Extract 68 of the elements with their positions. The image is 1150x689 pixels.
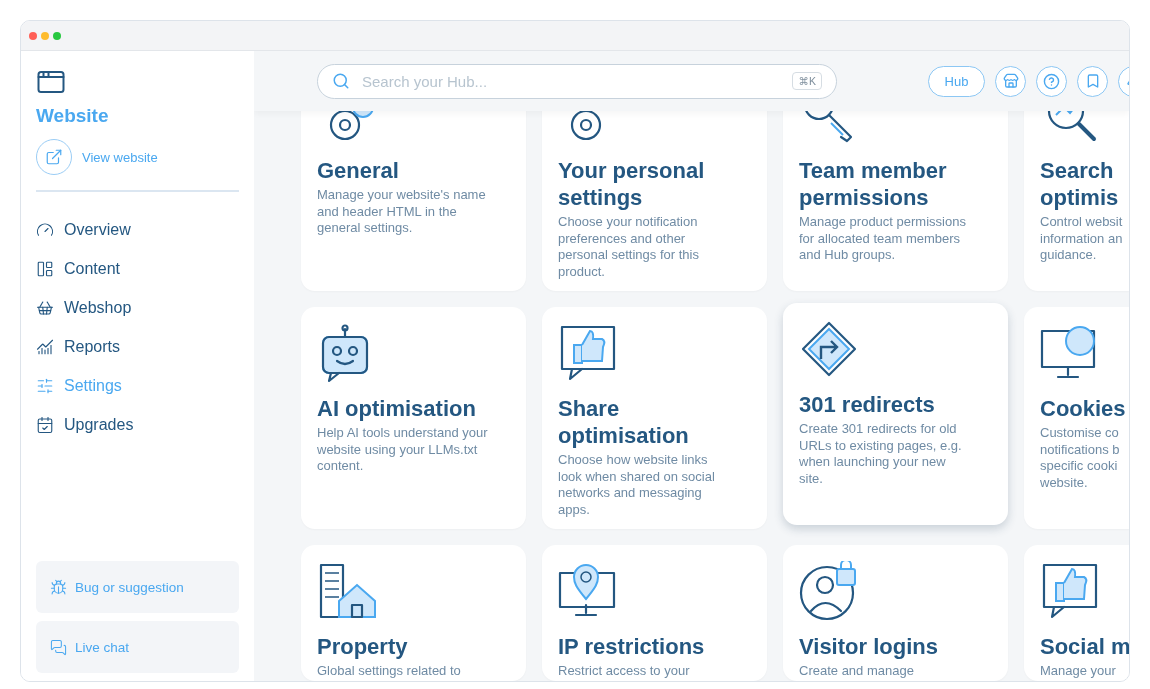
store-icon xyxy=(1002,73,1019,89)
settings-card[interactable]: General Manage your website's name and header HTML in the general settings. xyxy=(301,111,526,291)
card-title: AI optimisation xyxy=(317,395,477,422)
card-description: Manage your website's name and header HTML in the general settings. xyxy=(317,187,487,237)
card-title: Cookies xyxy=(1040,395,1127,422)
card-title: Team member permissions xyxy=(799,157,948,211)
search-icon xyxy=(332,72,350,90)
settings-card[interactable]: Search optimis Control websit information an guidance. xyxy=(1024,111,1129,291)
bookmark-button[interactable] xyxy=(1077,65,1108,97)
card-description: Manage product permissions for allocated team members and Hub groups. xyxy=(799,214,967,264)
card-title: Your personal settings xyxy=(558,157,706,211)
help-button[interactable] xyxy=(1036,65,1067,97)
nav-item[interactable]: Overview xyxy=(36,210,131,249)
card-title: Search optimis xyxy=(1040,157,1120,211)
nav-item[interactable]: Reports xyxy=(36,327,121,366)
settings-card[interactable]: Your personal settings Choose your notification preferences and other personal settings for this product. xyxy=(542,111,767,291)
window-control[interactable] xyxy=(53,31,61,40)
chart-icon xyxy=(36,337,54,356)
card-title: Share optimisation xyxy=(558,395,690,449)
card-title: Visitor logins xyxy=(799,633,939,660)
card-title: General xyxy=(317,157,400,184)
bug-icon xyxy=(50,578,67,596)
card-description: Manage your xyxy=(1040,663,1117,680)
card-description: Choose how website links look when shared on social networks and messaging apps. xyxy=(558,452,716,518)
person-lock-icon xyxy=(799,561,859,621)
chat-icon xyxy=(50,638,67,656)
nav-item[interactable]: Webshop xyxy=(36,288,132,327)
store-button[interactable] xyxy=(995,65,1026,97)
road-sign-icon xyxy=(799,319,859,379)
help-icon xyxy=(1043,72,1060,90)
basket-icon xyxy=(36,298,54,317)
card-title: IP restrictions xyxy=(558,633,706,660)
settings-card[interactable]: Property Global settings related to xyxy=(301,545,526,681)
search-field[interactable]: Search your Hub... xyxy=(360,71,783,91)
sidebar-title: Website xyxy=(36,105,110,127)
search-bar[interactable]: Search your Hub... ⌘K xyxy=(317,63,837,99)
layout-icon xyxy=(36,259,54,278)
external-link-icon xyxy=(45,148,63,166)
window-control[interactable] xyxy=(29,31,37,40)
card-description: Global settings related to xyxy=(317,663,462,680)
card-title: 301 redirects xyxy=(799,391,936,418)
card-description: Control websit information an guidance. xyxy=(1040,214,1124,264)
settings-card[interactable]: Social m Manage your xyxy=(1024,545,1129,681)
card-description: Create 301 redirects for old URLs to existing pages, e.g. when launching your new site. xyxy=(799,421,963,487)
card-description: Restrict access to your xyxy=(558,663,691,680)
gauge-icon xyxy=(36,220,54,239)
settings-card[interactable]: Cookies Customise co notifications b specific cooki website. xyxy=(1024,307,1129,529)
card-description: Customise co notifications b specific cooki website. xyxy=(1040,425,1121,491)
card-title: Property xyxy=(317,633,409,660)
card-description: Help AI tools understand your website using your LLMs.txt content. xyxy=(317,425,489,475)
thumbs-up-icon xyxy=(1040,561,1100,621)
building-icon xyxy=(317,561,377,621)
shortcut-hint: ⌘K xyxy=(792,72,822,90)
settings-card[interactable]: AI optimisation Help AI tools understand your website using your LLMs.txt content. xyxy=(301,307,526,529)
settings-card[interactable]: 301 redirects Create 301 redirects for old URLs to existing pages, e.g. when launching your new site. xyxy=(783,303,1008,525)
window-control[interactable] xyxy=(41,31,49,40)
sliders-icon xyxy=(36,376,54,395)
settings-card[interactable]: Visitor logins Create and manage xyxy=(783,545,1008,681)
settings-card[interactable]: IP restrictions Restrict access to your xyxy=(542,545,767,681)
thumbs-up-icon xyxy=(558,323,618,383)
settings-card[interactable]: Share optimisation Choose how website links look when shared on social networks and messaging apps. xyxy=(542,307,767,529)
settings-card[interactable]: Team member permissions Manage product permissions for allocated team members and Hub groups. xyxy=(783,111,1008,291)
nav-item[interactable]: Upgrades xyxy=(36,405,134,444)
calendar-check-icon xyxy=(36,415,54,434)
card-description: Create and manage xyxy=(799,663,915,680)
card-description: Choose your notification preferences and other personal settings for this product. xyxy=(558,214,700,280)
nav-item[interactable]: Content xyxy=(36,249,121,288)
card-title: Social m xyxy=(1040,633,1129,660)
